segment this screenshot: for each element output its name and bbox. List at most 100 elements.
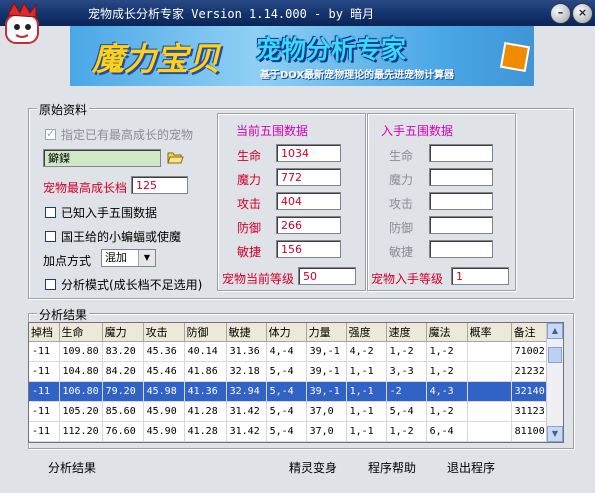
scroll-thumb[interactable]	[548, 347, 562, 363]
table-cell: 31.42	[226, 421, 267, 442]
table-cell: 105.20	[59, 401, 103, 422]
column-header[interactable]: 力量	[306, 323, 347, 342]
table-cell: -11	[29, 401, 60, 422]
results-table[interactable]: 掉档 生命 魔力 攻击 防御 敏捷 体力 力量 强度 速度 魔法 概率 备注 -11 109.80 83.2…	[28, 322, 564, 443]
initial-hp-input[interactable]	[429, 144, 493, 162]
table-cell: 1,-2	[426, 361, 468, 382]
column-header[interactable]: 敏捷	[226, 323, 267, 342]
initial-level-input[interactable]: 1	[451, 267, 509, 285]
column-header[interactable]: 强度	[346, 323, 387, 342]
column-header[interactable]: 生命	[59, 323, 103, 342]
table-cell: 45.98	[143, 381, 185, 402]
initial-def-input[interactable]	[429, 216, 493, 234]
banner-box-icon	[499, 41, 531, 73]
table-cell: 104.80	[59, 361, 103, 382]
table-cell: 5,-4	[386, 401, 427, 422]
table-cell: 6,-4	[426, 421, 468, 442]
table-row[interactable]: -11 112.20 76.60 45.90 41.28 31.42 5,-4 37,0 1,-…	[29, 421, 554, 442]
table-cell: 83.20	[102, 341, 144, 362]
initial-mp-label: 魔力	[389, 173, 414, 187]
table-cell: 4,-3	[426, 381, 468, 402]
column-header[interactable]: 魔力	[102, 323, 144, 342]
table-cell: 1,-1	[346, 361, 387, 382]
table-cell: 5,-4	[266, 381, 307, 402]
table-row[interactable]: -11 105.20 85.60 45.90 41.28 31.42 5,-4 37,0 1,-…	[29, 401, 554, 422]
column-header[interactable]: 掉档	[29, 323, 60, 342]
results-group-label: 分析结果	[37, 306, 90, 323]
current-agi-input[interactable]: 156	[276, 240, 341, 258]
initial-atk-label: 攻击	[389, 197, 414, 211]
window-title: 宠物成长分析专家 Version 1.14.000 - by 暗月	[88, 7, 375, 21]
results-scrollbar[interactable]: ▲ ▼	[546, 323, 563, 442]
analysis-mode-checkbox[interactable]	[45, 279, 56, 290]
table-cell: 1,-2	[426, 401, 468, 422]
table-cell: 31.42	[226, 401, 267, 422]
current-mp-input[interactable]: 772	[276, 168, 341, 186]
table-cell: 5,-4	[266, 401, 307, 422]
specified-pet-checkbox[interactable]	[45, 127, 56, 140]
scroll-down-icon[interactable]: ▼	[547, 426, 563, 442]
table-cell: 41.28	[184, 401, 227, 422]
table-cell: -11	[29, 381, 60, 402]
table-cell: 1,-2	[426, 341, 468, 362]
column-header[interactable]: 魔法	[426, 323, 468, 342]
table-cell: 112.20	[59, 421, 103, 442]
max-growth-input[interactable]: 125	[131, 176, 188, 194]
exit-button[interactable]: 退出程序	[447, 459, 495, 476]
close-button[interactable]: ×	[572, 3, 593, 24]
initial-mp-input[interactable]	[429, 168, 493, 186]
help-button[interactable]: 程序帮助	[368, 459, 416, 476]
column-header[interactable]: 速度	[386, 323, 427, 342]
open-folder-icon[interactable]	[167, 149, 184, 165]
table-row[interactable]: -11 109.80 83.20 45.36 40.14 31.36 4,-4 39,-1 4,…	[29, 341, 554, 362]
current-level-label: 宠物当前等级	[222, 272, 295, 286]
table-cell	[467, 381, 512, 402]
initial-level-label: 宠物入手等级	[371, 272, 444, 286]
current-def-input[interactable]: 266	[276, 216, 341, 234]
current-atk-label: 攻击	[237, 197, 262, 211]
table-cell: 76.60	[102, 421, 144, 442]
main-window: 宠物成长分析专家 Version 1.14.000 - by 暗月 – × 魔力…	[0, 0, 595, 493]
scroll-up-icon[interactable]: ▲	[547, 323, 563, 339]
initial-def-label: 防御	[389, 221, 414, 235]
results-header-row: 掉档 生命 魔力 攻击 防御 敏捷 体力 力量 强度 速度 魔法 概率 备注	[29, 323, 554, 342]
initial-hp-label: 生命	[389, 149, 414, 163]
table-cell	[467, 421, 512, 442]
table-cell: 5,-4	[266, 361, 307, 382]
table-cell: 84.20	[102, 361, 144, 382]
initial-atk-input[interactable]	[429, 192, 493, 210]
add-point-select[interactable]: 混加 ▼	[101, 249, 156, 267]
table-row[interactable]: -11 104.80 84.20 45.46 41.86 32.18 5,-4 39,-1 1,…	[29, 361, 554, 382]
minimize-button[interactable]: –	[550, 3, 571, 24]
known-stats-label: 已知入手五围数据	[61, 206, 158, 220]
king-bat-checkbox[interactable]	[45, 231, 56, 242]
column-header[interactable]: 攻击	[143, 323, 185, 342]
pet-name-field[interactable]: 鐴鏫	[43, 149, 161, 167]
table-row[interactable]: -11 106.80 79.20 45.98 41.36 32.94 5,-4 39,-1 1,…	[29, 381, 554, 402]
column-header[interactable]: 概率	[467, 323, 512, 342]
current-atk-input[interactable]: 404	[276, 192, 341, 210]
table-cell	[467, 401, 512, 422]
initial-agi-input[interactable]	[429, 240, 493, 258]
current-hp-input[interactable]: 1034	[276, 144, 341, 162]
current-level-input[interactable]: 50	[298, 267, 356, 285]
table-cell: 37,0	[306, 421, 347, 442]
known-stats-checkbox[interactable]	[45, 207, 56, 218]
title-bar[interactable]: 宠物成长分析专家 Version 1.14.000 - by 暗月 – ×	[0, 0, 595, 26]
table-cell	[467, 341, 512, 362]
table-cell: 109.80	[59, 341, 103, 362]
table-cell: 37,0	[306, 401, 347, 422]
transform-button[interactable]: 精灵变身	[289, 459, 337, 476]
column-header[interactable]: 体力	[266, 323, 307, 342]
column-header[interactable]: 防御	[184, 323, 227, 342]
analyze-button[interactable]: 分析结果	[48, 459, 96, 476]
table-cell: 39,-1	[306, 381, 347, 402]
chevron-down-icon[interactable]: ▼	[138, 250, 155, 266]
table-cell: 41.28	[184, 421, 227, 442]
table-cell: 1,-2	[386, 421, 427, 442]
banner-title: 宠物分析专家	[256, 35, 407, 64]
table-cell: 31.36	[226, 341, 267, 362]
table-cell: 85.60	[102, 401, 144, 422]
raw-data-group-label: 原始资料	[37, 101, 90, 118]
table-cell: 45.90	[143, 421, 185, 442]
